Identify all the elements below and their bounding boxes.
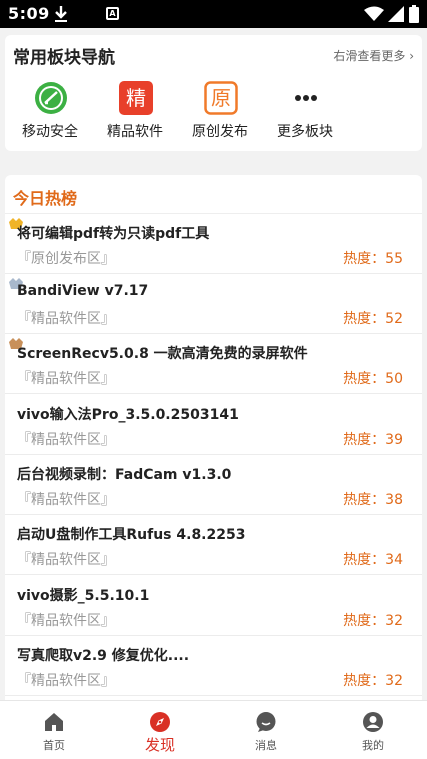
item-heat: 热度：50 xyxy=(343,371,403,387)
item-title: 后台视频录制：FadCam v1.3.0 xyxy=(17,467,232,483)
bottom-tab-bar: 首页 发现 消息 我的 xyxy=(0,700,427,759)
section-nav-card: 常用板块导航 右滑查看更多 › 移动安全 精 精品软件 原 原创发布 更多板块 xyxy=(5,35,422,151)
chevron-right-icon: › xyxy=(409,49,414,63)
item-category: 『精品软件区』 xyxy=(17,432,115,448)
item-title: BandiView v7.17 xyxy=(17,283,149,299)
swipe-more-label: 右滑查看更多 xyxy=(333,49,406,63)
item-title: 将可编辑pdf转为只读pdf工具 xyxy=(17,226,210,242)
nav-item-premium-software[interactable]: 精 精品软件 xyxy=(95,81,175,141)
hot-list-item[interactable]: ScreenRecv5.0.8 一款高清免费的录屏软件 『精品软件区』 热度：5… xyxy=(5,334,422,394)
nav-item-label: 精品软件 xyxy=(107,124,163,140)
nav-item-label: 移动安全 xyxy=(22,124,78,140)
wifi-icon xyxy=(364,6,384,21)
nav-item-original-release[interactable]: 原 原创发布 xyxy=(180,81,260,141)
item-category: 『精品软件区』 xyxy=(17,673,115,689)
swipe-more-hint[interactable]: 右滑查看更多 › xyxy=(333,47,414,64)
hot-list-item[interactable]: vivo输入法Pro_3.5.0.2503141 『精品软件区』 热度：39 xyxy=(5,395,422,455)
profile-icon xyxy=(363,712,383,732)
tab-messages[interactable]: 消息 xyxy=(236,709,296,755)
nav-item-label: 更多板块 xyxy=(277,124,333,140)
hot-list-item[interactable]: 后台视频录制：FadCam v1.3.0 『精品软件区』 热度：38 xyxy=(5,455,422,515)
item-category: 『精品软件区』 xyxy=(17,613,115,629)
item-title: 写真爬取v2.9 修复优化.... xyxy=(17,648,190,664)
hot-list-item[interactable]: vivo摄影_5.5.10.1 『精品软件区』 热度：32 xyxy=(5,576,422,636)
svg-text:原: 原 xyxy=(211,86,231,110)
shield-check-icon xyxy=(35,82,67,114)
app-notification-icon: A xyxy=(106,7,119,20)
item-category: 『精品软件区』 xyxy=(17,371,115,387)
item-category: 『精品软件区』 xyxy=(17,311,115,327)
svg-text:精: 精 xyxy=(126,86,146,110)
status-time: 5:09 xyxy=(8,4,50,23)
tab-home[interactable]: 首页 xyxy=(24,709,84,755)
tab-label: 消息 xyxy=(255,739,277,752)
more-dots-icon xyxy=(295,95,317,101)
jing-badge-icon: 精 xyxy=(119,81,153,115)
hot-list-title: 今日热榜 xyxy=(13,189,78,208)
item-heat: 热度：52 xyxy=(343,311,403,327)
item-heat: 热度：34 xyxy=(343,552,403,568)
hot-list-item[interactable]: BandiView v7.17 『精品软件区』 热度：52 xyxy=(5,274,422,334)
tab-profile[interactable]: 我的 xyxy=(343,709,403,755)
download-icon xyxy=(55,6,67,22)
item-heat: 热度：39 xyxy=(343,432,403,448)
item-category: 『精品软件区』 xyxy=(17,492,115,508)
nav-item-label: 原创发布 xyxy=(192,124,248,140)
item-heat: 热度：38 xyxy=(343,492,403,508)
yuan-badge-icon: 原 xyxy=(204,81,238,115)
item-heat: 热度：55 xyxy=(343,251,403,267)
hot-list-item[interactable]: 写真爬取v2.9 修复优化.... 『精品软件区』 热度：32 xyxy=(5,636,422,696)
item-title: ScreenRecv5.0.8 一款高清免费的录屏软件 xyxy=(17,346,308,362)
compass-icon xyxy=(150,712,170,732)
message-icon xyxy=(256,712,276,732)
nav-section-title: 常用板块导航 xyxy=(13,48,115,68)
tab-label: 我的 xyxy=(362,739,384,752)
item-title: 启动U盘制作工具Rufus 4.8.2253 xyxy=(17,527,246,543)
hot-list-item[interactable]: 启动U盘制作工具Rufus 4.8.2253 『精品软件区』 热度：34 xyxy=(5,515,422,575)
tab-label: 发现 xyxy=(144,736,175,754)
item-category: 『原创发布区』 xyxy=(17,251,115,267)
home-icon xyxy=(45,713,63,731)
hot-list-item[interactable]: 将可编辑pdf转为只读pdf工具 『原创发布区』 热度：55 xyxy=(5,214,422,274)
nav-item-more-sections[interactable]: 更多板块 xyxy=(265,81,345,141)
nav-item-mobile-security[interactable]: 移动安全 xyxy=(10,81,90,141)
tab-label: 首页 xyxy=(43,739,65,752)
item-title: vivo输入法Pro_3.5.0.2503141 xyxy=(17,407,239,423)
item-heat: 热度：32 xyxy=(343,673,403,689)
item-title: vivo摄影_5.5.10.1 xyxy=(17,588,150,604)
hot-list-card: 今日热榜 将可编辑pdf转为只读pdf工具 『原创发布区』 热度：55 Band… xyxy=(5,175,422,705)
signal-icon xyxy=(388,6,404,22)
tab-discover[interactable]: 发现 xyxy=(130,709,190,755)
item-heat: 热度：32 xyxy=(343,613,403,629)
status-bar: 5:09 A xyxy=(0,0,427,28)
item-category: 『精品软件区』 xyxy=(17,552,115,568)
battery-icon xyxy=(409,5,419,23)
